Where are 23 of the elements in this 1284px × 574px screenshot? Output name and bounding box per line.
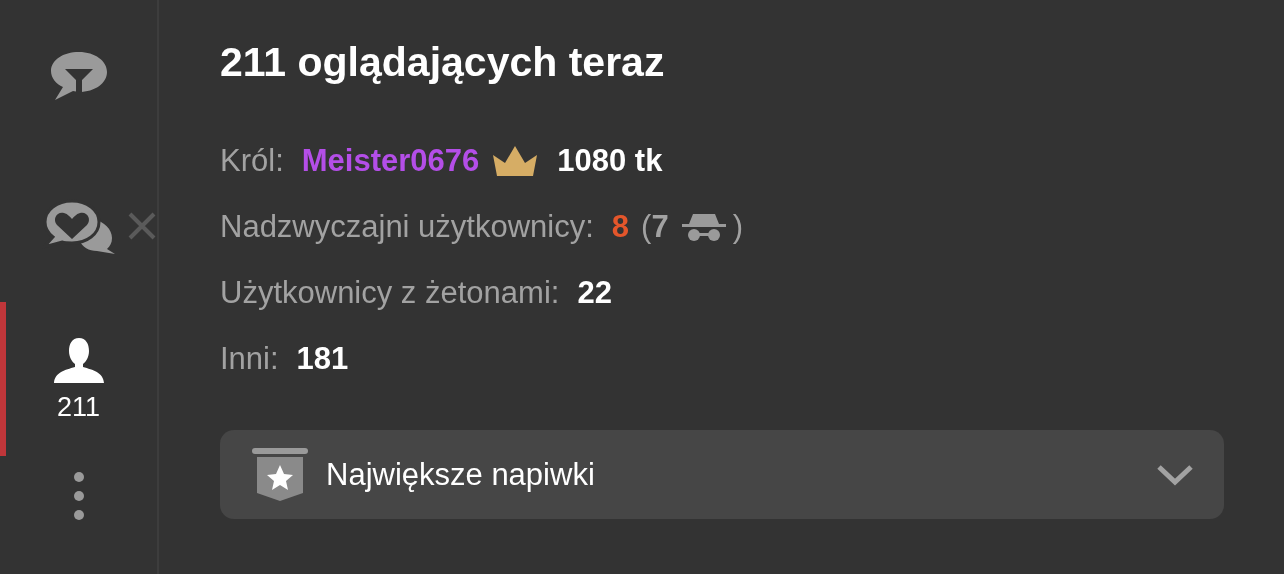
top-tips-dropdown[interactable]: Największe napiwki [220, 430, 1224, 519]
king-username: Meister0676 [301, 143, 480, 179]
stat-label: Król: [220, 143, 284, 179]
user-icon[interactable] [52, 335, 105, 384]
paren: ) [732, 209, 743, 245]
chat-filter-icon[interactable] [48, 49, 109, 102]
stat-value: 8 [611, 209, 630, 245]
stat-value: 181 [296, 341, 349, 377]
crown-icon [491, 145, 540, 177]
incognito-icon [680, 212, 727, 242]
token-amount: 1080 tk [557, 143, 663, 179]
badge-star-icon [252, 447, 308, 502]
chevron-down-icon[interactable] [1156, 462, 1194, 487]
sidebar-tab[interactable]: 211 [0, 302, 157, 456]
stat-value: 22 [577, 275, 612, 311]
viewer-count: 211 [56, 391, 100, 423]
stat-label: Inni: [220, 341, 279, 377]
paren: ( [641, 209, 652, 245]
stat-label: Nadzwyczajni użytkownicy: [220, 209, 594, 245]
stat-label: Użytkownicy z żetonami: [220, 275, 560, 311]
viewers-title: 211 oglądających teraz [220, 38, 666, 87]
anonymous-count: 7 [651, 209, 669, 245]
dropdown-label: Największe napiwki [326, 456, 596, 493]
